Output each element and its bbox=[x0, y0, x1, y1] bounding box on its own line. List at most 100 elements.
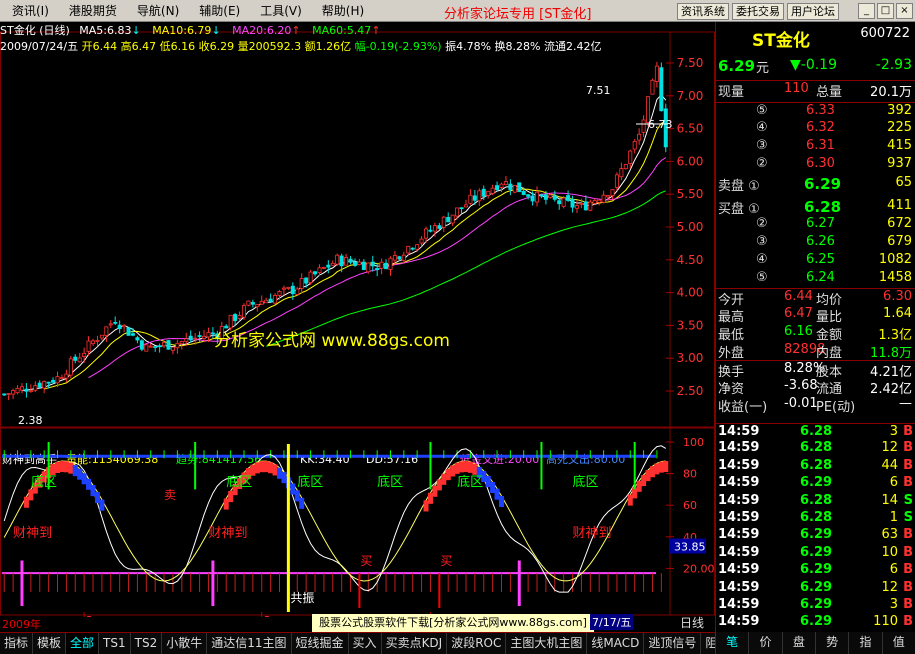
tab-quote[interactable]: 盘 bbox=[781, 632, 815, 654]
tab-quote[interactable]: 指 bbox=[848, 632, 881, 654]
candle-body bbox=[95, 339, 100, 342]
menu-navigate[interactable]: 导航(N) bbox=[127, 1, 189, 21]
price-axis-label: 5.50 bbox=[677, 187, 704, 201]
tab-indicator[interactable]: 小散牛 bbox=[162, 633, 208, 654]
bar-float: 流通2.42亿 bbox=[543, 40, 602, 53]
candle-body bbox=[410, 247, 415, 250]
info-system-button[interactable]: 资讯系统 bbox=[677, 3, 729, 20]
candle-body bbox=[641, 119, 646, 133]
bid-row: ② 6.27 672 bbox=[716, 216, 915, 234]
ask-row: ④ 6.32 225 bbox=[716, 120, 915, 138]
candle-body bbox=[552, 195, 557, 200]
tab-indicator[interactable]: TS1 bbox=[99, 633, 131, 654]
candle-body bbox=[6, 393, 11, 395]
candle-body bbox=[521, 190, 526, 195]
period-label[interactable]: 日线 bbox=[680, 614, 704, 631]
tick-time: 14:59 bbox=[718, 614, 760, 630]
bid-row: ④ 6.25 1082 bbox=[716, 252, 915, 270]
menu-tools[interactable]: 工具(V) bbox=[250, 1, 312, 21]
watermark-text: 分析家公式网 www.88gs.com bbox=[214, 331, 450, 351]
tab-quote[interactable]: 价 bbox=[748, 632, 781, 654]
candle-body bbox=[650, 79, 655, 95]
menu-info[interactable]: 资讯(I) bbox=[2, 1, 59, 21]
tab-quote[interactable]: 值 bbox=[881, 632, 915, 654]
arrow-up-icon: ↑ bbox=[291, 24, 301, 37]
close-icon[interactable]: × bbox=[896, 3, 913, 19]
stat-value: 6.16 bbox=[784, 324, 813, 339]
price-axis-label: 4.50 bbox=[677, 253, 704, 267]
tick-side: B bbox=[903, 614, 913, 630]
candle-body bbox=[366, 262, 371, 273]
bid-volume: 679 bbox=[887, 234, 912, 249]
candle-body bbox=[197, 335, 202, 337]
ad-banner[interactable]: 股票公式股票软件下载[分析家公式网www.88gs.com] bbox=[312, 614, 594, 632]
forum-button[interactable]: 用户论坛 bbox=[787, 3, 839, 20]
tab-quote[interactable]: 势 bbox=[814, 632, 848, 654]
tab-indicator[interactable]: 逃顶信号 bbox=[644, 633, 702, 654]
tab-indicator[interactable]: 主图大机主图 bbox=[506, 633, 588, 654]
candle-body bbox=[495, 185, 500, 191]
tick-volume: 63 bbox=[881, 527, 898, 543]
volume-row: 现量 110 总量 20.1万 bbox=[716, 80, 915, 100]
ask-volume: 937 bbox=[887, 156, 912, 171]
ask-volume: 415 bbox=[887, 138, 912, 153]
ask1-volume: 65 bbox=[895, 175, 912, 190]
bar-open: 开6.44 bbox=[81, 40, 118, 53]
tab-indicator[interactable]: 波段ROC bbox=[447, 633, 507, 654]
bar-high: 高6.47 bbox=[120, 40, 157, 53]
osc-line-white bbox=[3, 445, 667, 593]
tick-row: 14:59 6.28 44 B bbox=[716, 458, 915, 476]
tab-indicator[interactable]: TS2 bbox=[131, 633, 163, 654]
candle-body bbox=[424, 228, 429, 239]
candle-body bbox=[286, 286, 291, 289]
ask-price: 6.31 bbox=[806, 138, 835, 153]
tab-indicator[interactable]: 指标 bbox=[0, 633, 34, 654]
tick-row: 14:59 6.28 3 B bbox=[716, 423, 915, 441]
tab-quote[interactable]: 笔 bbox=[715, 632, 748, 654]
candle-body bbox=[55, 376, 60, 384]
candle-body bbox=[566, 195, 571, 201]
trade-button[interactable]: 委托交易 bbox=[732, 3, 784, 20]
tab-indicator[interactable]: 通达信11主图 bbox=[207, 633, 292, 654]
menu-assist[interactable]: 辅助(E) bbox=[189, 1, 250, 21]
candle-body bbox=[548, 194, 553, 198]
tab-indicator[interactable]: 买卖点KDJ bbox=[382, 633, 448, 654]
ask-row: ② 6.30 937 bbox=[716, 156, 915, 174]
candle-body bbox=[321, 266, 326, 269]
chart-area[interactable]: 7.50 7.00 6.50 6.00 5.50 5.00 4.50 4.00 3.50 3.00… bbox=[0, 22, 715, 617]
candle-body bbox=[273, 295, 278, 304]
ma5-value: MA5:6.83 bbox=[79, 24, 132, 37]
menu-help[interactable]: 帮助(H) bbox=[312, 1, 374, 21]
tick-volume: 44 bbox=[881, 457, 898, 473]
bid-price: 6.27 bbox=[806, 216, 835, 231]
stock-code: 600722 bbox=[860, 26, 910, 41]
bid-price: 6.25 bbox=[806, 252, 835, 267]
candle-body bbox=[472, 195, 477, 201]
minimize-icon[interactable]: _ bbox=[858, 3, 875, 19]
bid1-label: 买盘 ① bbox=[718, 202, 760, 217]
stat-label: 收益(一) bbox=[718, 400, 768, 415]
tick-price: 6.29 bbox=[800, 614, 833, 630]
month-label: 2 bbox=[86, 614, 93, 617]
tick-row: 14:59 6.29 12 B bbox=[716, 580, 915, 598]
tab-indicator[interactable]: 线MACD bbox=[587, 633, 645, 654]
bid-volume: 1082 bbox=[878, 252, 912, 267]
candle-body bbox=[144, 344, 149, 352]
maximize-icon[interactable]: □ bbox=[877, 3, 894, 19]
tab-indicator[interactable]: 模板 bbox=[33, 633, 67, 654]
tab-indicator[interactable]: 买入 bbox=[349, 633, 382, 654]
ind-axis-label: 60 bbox=[683, 499, 697, 512]
stat-label: 内盘 bbox=[816, 346, 843, 361]
menu-hk-futures[interactable]: 港股期货 bbox=[59, 1, 127, 21]
bid-volume: 672 bbox=[887, 216, 912, 231]
stat-row: 净资 -3.68 流通 2.42亿 bbox=[716, 378, 915, 397]
candle-body bbox=[623, 163, 628, 170]
tab-indicator[interactable]: 短线掘金 bbox=[292, 633, 349, 654]
tick-price: 6.29 bbox=[800, 597, 833, 612]
candle-body bbox=[499, 183, 504, 188]
bar-change: 幅-0.19(-2.93%) bbox=[354, 40, 442, 53]
candle-body bbox=[601, 194, 606, 203]
candle-body bbox=[401, 254, 406, 261]
tab-indicator[interactable]: 全部 bbox=[66, 633, 100, 654]
price-axis-label: 5.00 bbox=[677, 220, 704, 234]
